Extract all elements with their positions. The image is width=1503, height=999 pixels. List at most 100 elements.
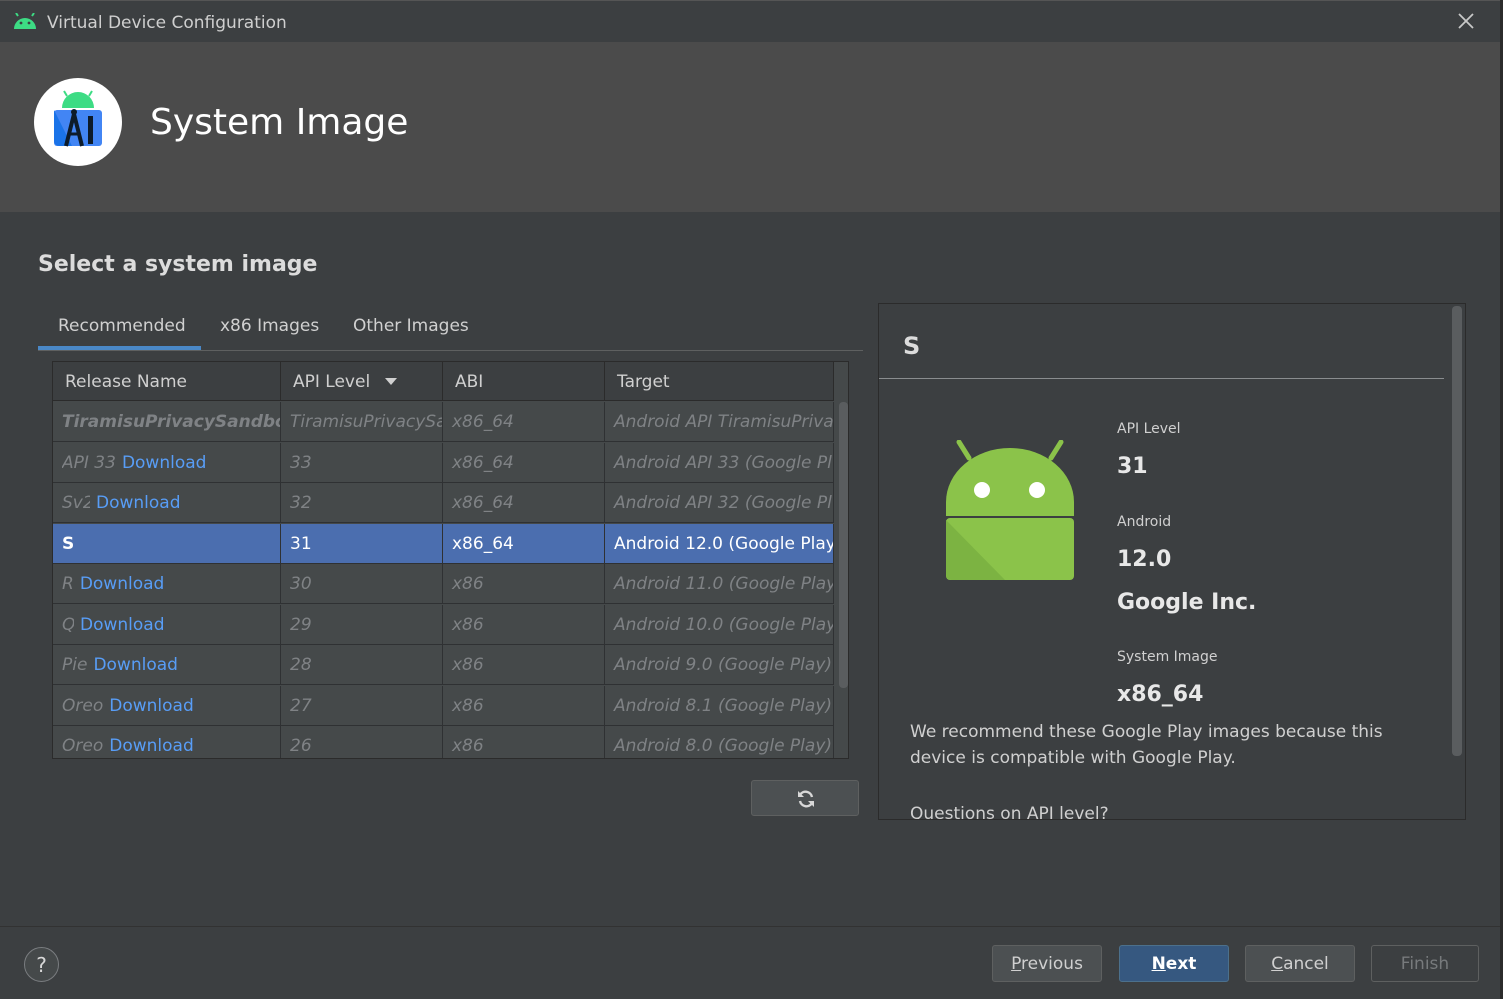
cell-target: Android API 32 (Google Pl (605, 483, 834, 523)
table-row[interactable]: S 31 x86_64 Android 12.0 (Google Play) (53, 523, 834, 564)
table-row[interactable]: R Download 30 x86 Android 11.0 (Google Play) (53, 564, 834, 604)
release-name-text: Oreo (62, 736, 104, 756)
previous-label: revious (1021, 954, 1083, 974)
next-mnemonic: N (1151, 954, 1166, 974)
cell-release-name: TiramisuPrivacySandbox (53, 402, 281, 442)
section-title: Select a system image (38, 252, 318, 277)
cell-release-name: API 33 Download (53, 442, 281, 483)
download-link[interactable]: Download (80, 615, 165, 635)
window-title: Virtual Device Configuration (47, 13, 287, 33)
cell-api-level: 26 (281, 726, 443, 758)
table-header: Release Name API Level ABI Target (53, 362, 834, 401)
release-name-text: R (62, 574, 74, 594)
cell-api-level: 29 (281, 604, 443, 645)
vendor-value: Google Inc. (1117, 590, 1257, 615)
cell-release-name: R Download (53, 564, 281, 604)
previous-mnemonic: P (1011, 954, 1022, 974)
android-label: Android (1117, 514, 1172, 530)
download-link[interactable]: Download (93, 655, 178, 675)
next-label: ext (1165, 954, 1197, 974)
tab-recommended[interactable]: Recommended (38, 316, 201, 350)
download-link[interactable]: Download (109, 696, 194, 716)
cell-api-level: 28 (281, 645, 443, 685)
cell-target: Android 10.0 (Google Play) (605, 604, 834, 645)
system-image-value: x86_64 (1117, 682, 1204, 707)
cell-target: Android 9.0 (Google Play) (605, 645, 834, 685)
page-title: System Image (150, 102, 409, 143)
cell-abi: x86_64 (443, 483, 605, 523)
cell-target: Android API TiramisuPrivac (605, 402, 834, 442)
release-name-text: Sv2 (62, 493, 90, 513)
next-button[interactable]: Next (1119, 945, 1229, 982)
cell-abi: x86_64 (443, 442, 605, 483)
column-release-name[interactable]: Release Name (53, 362, 281, 401)
tab-x86-images[interactable]: x86 Images (220, 316, 319, 350)
android-robot-icon (945, 439, 1075, 586)
download-link[interactable]: Download (80, 574, 165, 594)
details-scrollbar-thumb[interactable] (1452, 306, 1462, 756)
cell-api-level: TiramisuPrivacySan (281, 402, 443, 442)
download-link[interactable]: Download (109, 736, 194, 756)
table-row[interactable]: Pie Download 28 x86 Android 9.0 (Google Play… (53, 645, 834, 685)
cell-abi: x86_64 (443, 402, 605, 442)
cancel-label: ancel (1283, 954, 1329, 974)
column-abi[interactable]: ABI (443, 362, 605, 401)
wizard-header: System Image (0, 42, 1503, 212)
cell-target: Android 8.1 (Google Play) (605, 685, 834, 726)
cell-api-level: 32 (281, 483, 443, 523)
tab-other-images[interactable]: Other Images (353, 316, 469, 350)
release-name-text: Oreo (62, 695, 104, 716)
cell-release-name: Pie Download (53, 645, 281, 685)
release-name-text: TiramisuPrivacySandbox (62, 412, 281, 432)
details-release-name: S (903, 332, 921, 360)
cell-release-name: Oreo Download (53, 726, 281, 758)
cancel-mnemonic: C (1271, 954, 1284, 974)
cell-release-name: Q Download (53, 604, 281, 645)
wizard-footer: ? Previous Next Cancel Finish (0, 926, 1503, 999)
api-level-label: API Level (1117, 421, 1181, 437)
help-button[interactable]: ? (24, 947, 59, 982)
cell-api-level: 33 (281, 442, 443, 483)
cancel-button[interactable]: Cancel (1245, 945, 1355, 982)
cell-api-level: 30 (281, 564, 443, 604)
release-name-text: API 33 (62, 452, 116, 473)
release-name-text: Q (62, 605, 74, 645)
download-link[interactable]: Download (96, 493, 181, 513)
release-name-text: S (62, 533, 75, 554)
cell-target: Android API 33 (Google Pl (605, 442, 834, 483)
table-row[interactable]: Oreo Download 26 x86 Android 8.0 (Google Pla… (53, 726, 834, 758)
column-api-level[interactable]: API Level (281, 362, 443, 401)
column-api-level-label: API Level (293, 372, 371, 392)
image-details-panel: S API Level 31 Android 12.0 Google Inc. … (878, 303, 1466, 820)
cell-target: Android 11.0 (Google Play) (605, 564, 834, 604)
cell-abi: x86 (443, 685, 605, 726)
table-row[interactable]: Sv2 Download 32x86_64Android API 32 (Googl… (53, 483, 834, 523)
table-row[interactable]: Oreo Download 27 x86 Android 8.1 (Google Pla… (53, 685, 834, 726)
details-scrollbar[interactable] (1450, 306, 1464, 819)
refresh-button[interactable] (751, 780, 859, 816)
previous-button[interactable]: Previous (992, 945, 1102, 982)
cell-api-level: 31 (281, 523, 443, 564)
android-studio-icon (12, 12, 38, 35)
table-row[interactable]: API 33 Download 33 x86_64 Android API 33 (Go… (53, 442, 834, 483)
cell-release-name: Oreo Download (53, 685, 281, 726)
details-separator (879, 378, 1444, 379)
refresh-icon (798, 790, 814, 808)
table-row[interactable]: Q Download 29x86Android 10.0 (Google Play) (53, 604, 834, 645)
android-version-value: 12.0 (1117, 547, 1172, 572)
close-icon[interactable] (1456, 11, 1476, 31)
recommendation-note: We recommend these Google Play images be… (910, 722, 1383, 768)
table-scrollbar[interactable] (836, 402, 848, 758)
table-row[interactable]: TiramisuPrivacySandbox TiramisuPrivacySan… (53, 402, 834, 442)
table-scrollbar-thumb[interactable] (839, 402, 848, 688)
window-titlebar: Virtual Device Configuration (0, 0, 1503, 42)
column-target[interactable]: Target (605, 362, 834, 401)
avd-manager-logo (34, 78, 122, 166)
cell-abi: x86_64 (443, 523, 605, 564)
download-link[interactable]: Download (122, 453, 207, 473)
cell-abi: x86 (443, 604, 605, 645)
image-tabs: Recommended x86 Images Other Images (38, 310, 863, 351)
cell-api-level: 27 (281, 685, 443, 726)
finish-button[interactable]: Finish (1371, 945, 1479, 982)
cell-target: Android 12.0 (Google Play) (605, 523, 834, 564)
